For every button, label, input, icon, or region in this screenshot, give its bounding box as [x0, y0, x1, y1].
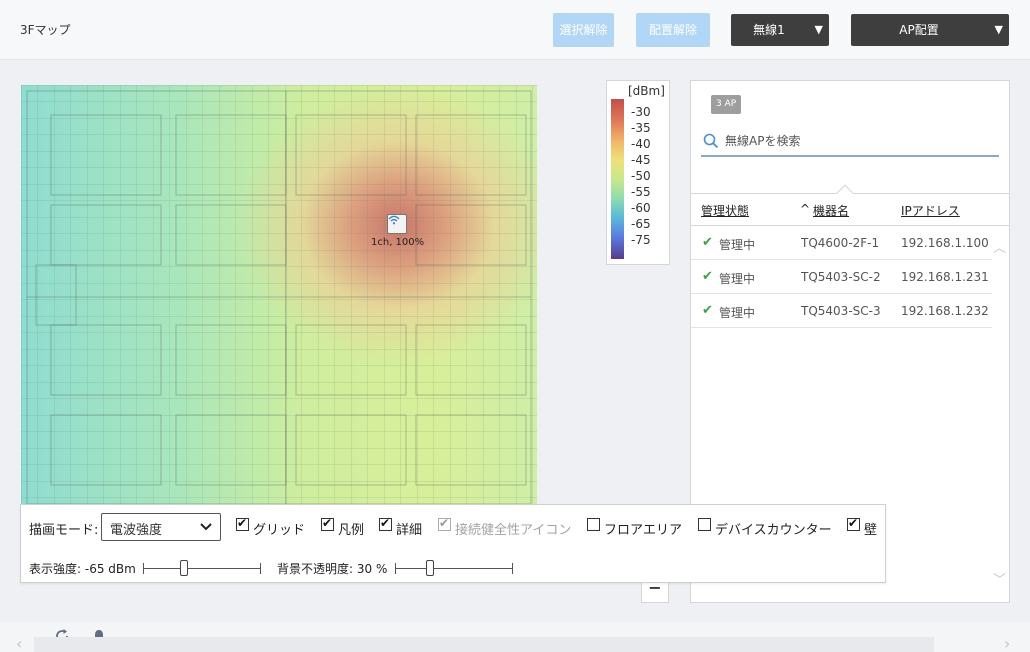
legend-unit: [dBm]: [628, 84, 665, 98]
page-title: 3Fマップ: [20, 23, 71, 37]
health-icon-checkbox: [438, 516, 451, 531]
floor-area-checkbox-label: フロアエリア: [604, 523, 683, 538]
ap-count-badge: 3 AP: [711, 95, 742, 114]
caret-down-icon: ▼: [814, 23, 823, 36]
column-ip[interactable]: IPアドレス: [901, 202, 960, 219]
legend-tick: -65: [631, 217, 651, 231]
horizontal-scrollbar[interactable]: [34, 637, 934, 652]
row-device: TQ5403-SC-2: [801, 270, 881, 284]
opacity-label: 背景不透明度: 30 %: [277, 562, 388, 576]
wireless-select[interactable]: 無線1 ▼: [731, 14, 829, 46]
floor-map[interactable]: 1ch, 100%: [21, 85, 537, 510]
check-icon: ✔: [702, 235, 713, 250]
header-bar: 3Fマップ 選択解除 配置解除 無線1 ▼ AP配置 ▼: [0, 0, 1030, 60]
wifi-icon: [388, 215, 400, 225]
strength-slider[interactable]: [143, 560, 261, 576]
row-ip: 192.168.1.231: [901, 270, 989, 284]
draw-mode-value: 電波強度: [110, 523, 163, 538]
strength-slider-knob[interactable]: [180, 560, 189, 576]
search-icon: [703, 133, 719, 149]
slider-start: [395, 563, 396, 574]
row-status: 管理中: [719, 272, 756, 286]
legend-tick: -75: [631, 233, 651, 247]
legend-checkbox[interactable]: [321, 516, 334, 531]
header-notch: [836, 184, 854, 202]
device-counter-checkbox-label: デバイスカウンター: [715, 523, 832, 538]
slider-end: [260, 563, 261, 574]
deselect-button[interactable]: 選択解除: [553, 13, 614, 47]
detail-checkbox[interactable]: [379, 516, 392, 531]
bottom-toolbar: ‹ ›: [0, 622, 1030, 652]
opacity-slider-knob[interactable]: [426, 560, 435, 576]
scroll-down-icon[interactable]: ﹀: [993, 569, 1006, 588]
legend-tick: -55: [631, 185, 651, 199]
wireless-select-label: 無線1: [753, 23, 785, 37]
sort-indicator-icon: ^: [800, 202, 811, 216]
column-status[interactable]: 管理状態: [701, 202, 749, 219]
legend-tick: -45: [631, 153, 651, 167]
ap-place-select[interactable]: AP配置 ▼: [851, 14, 1009, 46]
chevron-right-icon[interactable]: ›: [1004, 634, 1010, 652]
column-device[interactable]: 機器名: [813, 202, 849, 219]
table-row[interactable]: ✔ 管理中 TQ5403-SC-3 192.168.1.232: [691, 294, 992, 328]
scroll-up-icon[interactable]: ︿: [993, 237, 1006, 256]
access-point-marker[interactable]: [387, 214, 407, 234]
row-status: 管理中: [719, 306, 756, 320]
wall-checkbox[interactable]: [847, 516, 860, 531]
table-row[interactable]: ✔ 管理中 TQ5403-SC-2 192.168.1.231: [691, 260, 992, 294]
draw-mode-select[interactable]: 電波強度: [101, 513, 221, 541]
ap-place-select-label: AP配置: [899, 23, 939, 37]
floor-plan-grid: [21, 85, 537, 510]
access-point-label: 1ch, 100%: [371, 237, 425, 248]
wall-checkbox-label: 壁: [864, 523, 878, 538]
row-status: 管理中: [719, 238, 756, 252]
check-icon: ✔: [702, 303, 713, 318]
caret-down-icon: ▼: [994, 23, 1003, 36]
grid-checkbox-label: グリッド: [253, 523, 306, 538]
legend-tick: -35: [631, 121, 651, 135]
slider-end: [512, 563, 513, 574]
table-header: 管理状態 ^ 機器名 IPアドレス: [691, 184, 1009, 226]
opacity-slider[interactable]: [395, 560, 513, 576]
slider-start: [143, 563, 144, 574]
strength-label: 表示強度: -65 dBm: [29, 562, 136, 576]
row-ip: 192.168.1.100: [901, 236, 989, 250]
device-counter-checkbox[interactable]: [698, 518, 711, 531]
legend-tick: -60: [631, 201, 651, 215]
health-icon-checkbox-label: 接続健全性アイコン: [455, 523, 572, 538]
chevron-left-icon[interactable]: ‹: [16, 634, 22, 652]
detail-checkbox-label: 詳細: [396, 523, 423, 538]
ap-search-input[interactable]: 無線APを検索: [701, 129, 999, 157]
check-icon: ✔: [702, 269, 713, 284]
row-device: TQ4600-2F-1: [801, 236, 880, 250]
search-placeholder: 無線APを検索: [725, 134, 801, 148]
unplace-button[interactable]: 配置解除: [636, 13, 710, 47]
legend-tick: -50: [631, 169, 651, 183]
legend-tick: -40: [631, 137, 651, 151]
legend-tick: -30: [631, 105, 651, 119]
grid-checkbox[interactable]: [236, 516, 249, 531]
row-device: TQ5403-SC-3: [801, 304, 881, 318]
legend-color-bar: [611, 99, 624, 259]
display-options-bar: 描画モード: 電波強度 グリッド 凡例 詳細 接続健全性アイコン フロアエリア …: [20, 504, 886, 583]
row-ip: 192.168.1.232: [901, 304, 989, 318]
legend-checkbox-label: 凡例: [338, 523, 365, 538]
signal-legend: [dBm] -30 -35 -40 -45 -50 -55 -60 -65 -7…: [606, 80, 670, 265]
table-row[interactable]: ✔ 管理中 TQ4600-2F-1 192.168.1.100: [691, 226, 992, 260]
floor-area-checkbox[interactable]: [587, 518, 600, 531]
draw-mode-label: 描画モード:: [29, 523, 99, 538]
chevron-down-icon: [200, 523, 212, 531]
